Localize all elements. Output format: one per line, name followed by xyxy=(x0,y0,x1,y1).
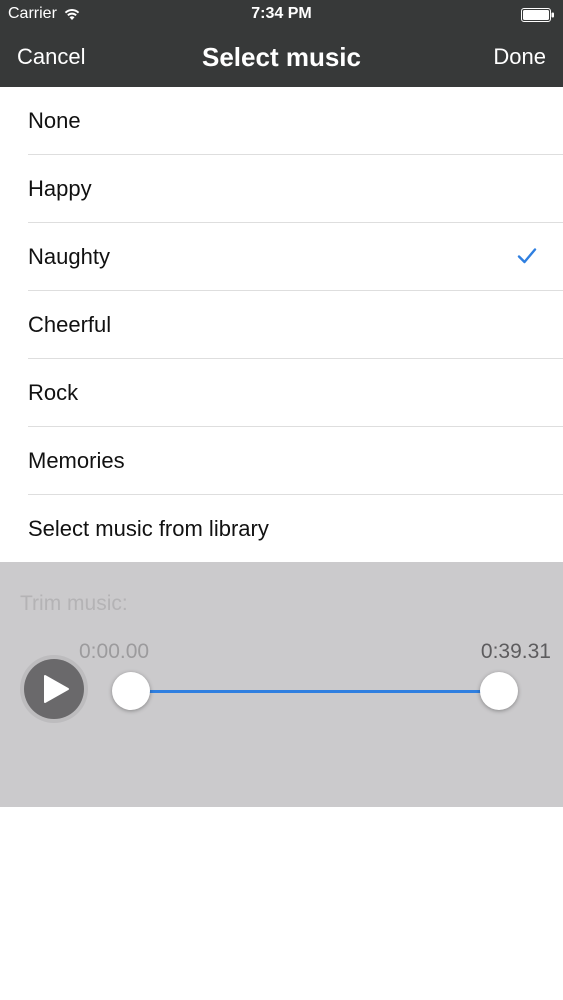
list-item-memories[interactable]: Memories xyxy=(28,427,563,495)
trim-label: Trim music: xyxy=(20,592,128,615)
trim-end-handle[interactable] xyxy=(480,672,518,710)
play-icon xyxy=(44,675,69,703)
list-item-naughty[interactable]: Naughty xyxy=(28,223,563,291)
list-item-happy[interactable]: Happy xyxy=(28,155,563,223)
list-item-label: Naughty xyxy=(28,244,110,269)
navigation-bar: Cancel Select music Done xyxy=(0,30,563,87)
trim-end-time: 0:39.31 xyxy=(480,640,551,663)
battery-icon xyxy=(521,8,554,22)
list-item-label: Select music from library xyxy=(28,516,269,541)
done-button[interactable]: Done xyxy=(493,44,546,70)
list-item-label: Cheerful xyxy=(28,312,112,337)
list-item-label: Happy xyxy=(28,176,92,201)
list-item-label: Memories xyxy=(28,448,125,473)
status-time: 7:34 PM xyxy=(251,5,312,22)
list-item-label: Rock xyxy=(28,380,79,405)
list-item-label: None xyxy=(28,108,81,133)
checkmark-icon xyxy=(517,248,537,264)
page-title: Select music xyxy=(202,42,361,72)
trim-start-handle[interactable] xyxy=(112,672,150,710)
play-button[interactable] xyxy=(20,655,88,723)
play-button-face xyxy=(24,659,84,719)
list-item-cheerful[interactable]: Cheerful xyxy=(28,291,563,359)
list-item-none[interactable]: None xyxy=(28,87,563,155)
trim-panel: Trim music: 0:00.00 0:39.31 xyxy=(0,562,563,807)
list-item-rock[interactable]: Rock xyxy=(28,359,563,427)
status-bar: Carrier 7:34 PM xyxy=(0,0,563,30)
trim-slider-track[interactable] xyxy=(131,690,499,693)
list-item-library[interactable]: Select music from library xyxy=(28,495,563,562)
trim-start-time: 0:00.00 xyxy=(79,640,150,663)
music-list: None Happy Naughty Cheerful Rock Memorie… xyxy=(0,87,563,562)
